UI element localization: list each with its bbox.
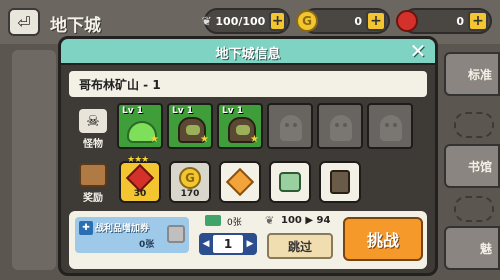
dungeon-info-dialog: 地下城信息 ✕ 哥布林矿山 - 1 ☠ 怪物 Lv 1 ★ Lv 1 ★ Lv … [58, 36, 438, 276]
back-button[interactable]: ⏎ [8, 8, 40, 36]
monster-level: Lv 1 [122, 106, 143, 116]
gem-resource: 0 + [396, 8, 492, 34]
reward-slot[interactable] [269, 161, 311, 203]
back-arrow-icon: ⏎ [17, 12, 31, 32]
energy-cost: 100 ▶ 94 [281, 215, 331, 226]
left-panel [12, 50, 56, 270]
reward-slot[interactable] [319, 161, 361, 203]
gold-value: 0 [354, 14, 362, 28]
unknown-monster-icon [280, 115, 302, 141]
monster-slot[interactable]: Lv 1 ★ [167, 103, 213, 149]
loot-box-icon [330, 170, 350, 194]
thread-spool-icon [279, 172, 301, 192]
side-tab-third[interactable]: 魅 [444, 226, 500, 270]
add-gold-button[interactable]: + [366, 11, 386, 31]
add-gem-button[interactable]: + [468, 11, 488, 31]
chain-lock-icon [454, 196, 494, 222]
unknown-monster-icon [330, 115, 352, 141]
stage-name: 哥布林矿山 - 1 [79, 78, 161, 92]
ticket-count: 0张 [227, 218, 242, 228]
chain-lock-icon [454, 112, 494, 138]
empty-monster-slot [317, 103, 363, 149]
gold-coin-icon: G [179, 167, 201, 189]
side-tab-label: 魅 [479, 241, 492, 256]
dialog-title: 地下城信息 [215, 47, 281, 62]
reward-stars: ★★★ [127, 155, 149, 165]
increase-button[interactable]: ▶ [243, 233, 257, 255]
monster-label: 怪物 [83, 139, 103, 150]
coupon-checkbox[interactable] [167, 225, 185, 243]
close-button[interactable]: ✕ [407, 41, 429, 63]
star-icon: ★ [200, 134, 209, 145]
reward-slot[interactable]: G 170 [169, 161, 211, 203]
wing-icon: ❦ [201, 14, 212, 28]
page-title: 地下城 [50, 16, 101, 36]
energy-value: 100/100 [215, 14, 266, 28]
reward-label: 奖励 [83, 193, 103, 204]
ticket-icon [205, 215, 221, 226]
monster-level: Lv 1 [222, 106, 243, 116]
quantity-stepper: ◀ 1 ▶ [199, 233, 257, 255]
skip-button[interactable]: 跳过 [267, 233, 333, 259]
orange-cube-icon [225, 167, 255, 197]
coupon-label: 战利品增加券 [95, 224, 150, 234]
reward-amount: 170 [180, 189, 200, 199]
dialog-footer: ✚ 战利品增加券 0张 0张 ◀ 1 ▶ ❦ 100 ▶ 94 跳过 挑战 [69, 211, 427, 269]
skull-icon: ☠ [79, 109, 107, 133]
chest-icon [79, 163, 107, 187]
coupon-count: 0张 [139, 240, 155, 250]
close-icon: ✕ [409, 39, 427, 63]
coin-icon: G [296, 10, 318, 32]
side-tab-label: 书馆 [467, 159, 492, 174]
reward-slot[interactable] [219, 161, 261, 203]
gold-resource: G 0 + [296, 8, 390, 34]
side-tab-label: 标准 [467, 67, 492, 82]
monster-level: Lv 1 [172, 106, 193, 116]
challenge-button[interactable]: 挑战 [343, 217, 423, 261]
stage-bar: 哥布林矿山 - 1 [69, 71, 427, 97]
reward-amount: 30 [133, 189, 147, 199]
wing-icon: ❦ [265, 214, 275, 227]
add-energy-button[interactable]: + [269, 11, 286, 31]
red-gem-icon [125, 163, 155, 193]
loot-coupon-panel: ✚ 战利品增加券 0张 [75, 217, 189, 253]
gem-value: 0 [456, 14, 464, 28]
quantity-value: 1 [213, 235, 243, 253]
side-tab-library[interactable]: 书馆 [444, 144, 500, 188]
star-icon: ★ [150, 134, 159, 145]
side-tab-standard[interactable]: 标准 [444, 52, 500, 96]
decrease-button[interactable]: ◀ [199, 233, 213, 255]
empty-monster-slot [367, 103, 413, 149]
coupon-icon: ✚ [79, 221, 93, 235]
empty-monster-slot [267, 103, 313, 149]
reward-slot[interactable]: ★★★ 30 [119, 155, 161, 203]
red-gem-icon [396, 10, 418, 32]
monster-slot[interactable]: Lv 1 ★ [117, 103, 163, 149]
energy-resource: ❦ 100/100 + [202, 8, 290, 34]
monster-slot[interactable]: Lv 1 ★ [217, 103, 263, 149]
star-icon: ★ [250, 134, 259, 145]
unknown-monster-icon [380, 115, 402, 141]
